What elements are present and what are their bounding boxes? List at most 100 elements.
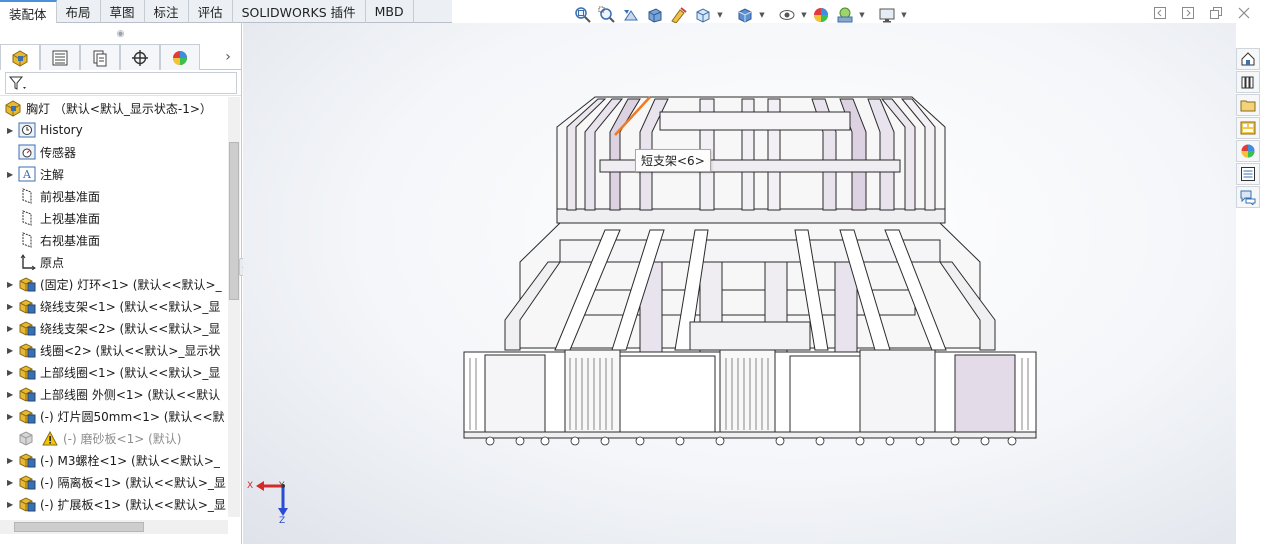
command-tab[interactable]: 装配体 — [0, 0, 57, 24]
tree-item[interactable]: 传感器 — [0, 141, 228, 163]
tree-item-label: (-) 隔离板<1> (默认<<默认>_显 — [40, 475, 226, 490]
featuremanager-tab[interactable] — [0, 44, 40, 70]
expand-arrow-icon[interactable]: ▶ — [7, 280, 17, 289]
propertymanager-tab[interactable] — [40, 44, 80, 70]
property-list-icon — [52, 50, 68, 65]
manager-pane: ◉ › 胸灯 （默认<默认_显示状态-1>） ▶ History 传感器 ▶ A… — [0, 23, 242, 544]
design-library-icon[interactable] — [1236, 71, 1260, 93]
assembly-model[interactable] — [243, 23, 1236, 544]
tree-item[interactable]: ▶ (-) 隔离板<1> (默认<<默认>_显 — [0, 471, 228, 493]
tree-item[interactable]: ▶ A 注解 — [0, 163, 228, 185]
command-tab[interactable]: MBD — [366, 0, 414, 23]
tree-item-label: 上部线圈 外侧<1> (默认<<默认 — [40, 387, 221, 402]
command-tab[interactable]: SOLIDWORKS 插件 — [233, 0, 366, 23]
tile-right-icon[interactable] — [1181, 6, 1195, 20]
part-icon — [17, 451, 37, 469]
appearance-ball-icon — [173, 50, 187, 65]
file-explorer-icon[interactable] — [1236, 94, 1260, 116]
tree-item-label: (-) 灯片圆50mm<1> (默认<<默 — [40, 409, 225, 424]
assembly-icon — [12, 49, 28, 67]
expand-arrow-icon[interactable]: ▶ — [7, 170, 17, 179]
tree-item-label: (固定) 灯环<1> (默认<<默认>_ — [40, 277, 222, 292]
filter-icon — [8, 76, 26, 90]
part-icon — [17, 495, 37, 513]
tree-item[interactable]: ▶ 上部线圈<1> (默认<<默认>_显 — [0, 361, 228, 383]
tree-item[interactable]: 原点 — [0, 251, 228, 273]
tree-item[interactable]: 前视基准面 — [0, 185, 228, 207]
plane-icon — [17, 187, 37, 205]
tree-item-label: (-) M3螺栓<1> (默认<<默认>_ — [40, 453, 220, 468]
expand-arrow-icon[interactable]: ▶ — [7, 346, 17, 355]
part-icon — [17, 407, 37, 425]
graphics-area[interactable]: X Y Z — [243, 23, 1236, 544]
configurationmanager-tab[interactable] — [80, 44, 120, 70]
tree-item-label: (-) 磨砂板<1> (默认) — [63, 431, 182, 446]
command-tab[interactable]: 标注 — [145, 0, 189, 23]
tree-item[interactable]: ▶ History — [0, 119, 228, 141]
restore-window-icon[interactable] — [1209, 6, 1223, 20]
tree-item[interactable]: ▶ (-) 灯片圆50mm<1> (默认<<默 — [0, 405, 228, 427]
appearances-icon[interactable] — [1236, 140, 1260, 162]
tree-item[interactable]: (-) 磨砂板<1> (默认) — [0, 427, 228, 449]
expand-arrow-icon[interactable]: ▶ — [7, 478, 17, 487]
tree-item-label: 右视基准面 — [40, 233, 101, 248]
tree-item-label: (-) 扩展板<1> (默认<<默认>_显 — [40, 497, 226, 512]
tree-item[interactable]: ▶ (-) M3螺栓<1> (默认<<默认>_ — [0, 449, 228, 471]
vertical-scroll-thumb[interactable] — [229, 142, 239, 300]
tree-item-label: History — [40, 123, 83, 137]
expand-arrow-icon[interactable]: ▶ — [7, 368, 17, 377]
part-icon — [17, 319, 37, 337]
part-icon — [17, 341, 37, 359]
component-tooltip: 短支架<6> — [635, 149, 711, 172]
solidworks-resources-icon[interactable] — [1236, 48, 1260, 70]
tree-item-label: 原点 — [40, 255, 65, 270]
tree-item-label: 线圈<2> (默认<<默认>_显示状 — [40, 343, 221, 358]
triad-z-label: Z — [279, 516, 286, 526]
tree-item[interactable]: 右视基准面 — [0, 229, 228, 251]
tree-vertical-scrollbar[interactable] — [228, 97, 240, 517]
plane-icon — [17, 209, 37, 227]
view-palette-icon[interactable] — [1236, 117, 1260, 139]
tree-item[interactable]: ▶ 线圈<2> (默认<<默认>_显示状 — [0, 339, 228, 361]
tree-filter-input[interactable] — [5, 71, 237, 94]
command-manager-tabs: 装配体 布局 草图 标注 评估 SOLIDWORKS 插件 MBD — [0, 0, 452, 24]
chevron-right-icon[interactable]: › — [215, 44, 241, 69]
pane-grip-handle[interactable]: ◉ — [0, 23, 241, 44]
close-window-icon[interactable] — [1237, 6, 1251, 20]
displaymanager-tab[interactable] — [160, 44, 200, 70]
configuration-icon — [93, 50, 107, 66]
triad-x-label: X — [247, 481, 254, 491]
expand-arrow-icon[interactable]: ▶ — [7, 456, 17, 465]
tree-item[interactable]: ▶ 上部线圈 外侧<1> (默认<<默认 — [0, 383, 228, 405]
expand-arrow-icon[interactable]: ▶ — [7, 412, 17, 421]
tree-root[interactable]: 胸灯 （默认<默认_显示状态-1>） — [0, 97, 228, 119]
expand-arrow-icon[interactable]: ▶ — [7, 302, 17, 311]
part-icon — [17, 363, 37, 381]
command-tab[interactable]: 草图 — [101, 0, 145, 23]
history-icon — [17, 121, 37, 139]
tile-left-icon[interactable] — [1153, 6, 1167, 20]
horizontal-scroll-thumb[interactable] — [14, 522, 144, 532]
tree-root-label: 胸灯 （默认<默认_显示状态-1>） — [26, 101, 212, 116]
dimxpertmanager-tab[interactable] — [120, 44, 160, 70]
suppressed-part-icon — [17, 429, 37, 447]
plane-icon — [17, 231, 37, 249]
tree-item[interactable]: 上视基准面 — [0, 207, 228, 229]
tree-item[interactable]: ▶ (固定) 灯环<1> (默认<<默认>_ — [0, 273, 228, 295]
command-tab[interactable]: 评估 — [189, 0, 233, 23]
tree-horizontal-scrollbar[interactable] — [0, 520, 228, 534]
part-icon — [17, 385, 37, 403]
tree-item-label: 绕线支架<2> (默认<<默认>_显 — [40, 321, 221, 336]
expand-arrow-icon[interactable]: ▶ — [7, 390, 17, 399]
custom-properties-icon[interactable] — [1236, 163, 1260, 185]
document-window-controls — [1153, 6, 1251, 20]
command-tab[interactable]: 布局 — [57, 0, 101, 23]
expand-arrow-icon[interactable]: ▶ — [7, 126, 17, 135]
forum-icon[interactable] — [1236, 186, 1260, 208]
tree-item[interactable]: ▶ (-) 扩展板<1> (默认<<默认>_显 — [0, 493, 228, 515]
triad-y-label: Y — [279, 481, 285, 491]
tree-item[interactable]: ▶ 绕线支架<1> (默认<<默认>_显 — [0, 295, 228, 317]
tree-item[interactable]: ▶ 绕线支架<2> (默认<<默认>_显 — [0, 317, 228, 339]
expand-arrow-icon[interactable]: ▶ — [7, 500, 17, 509]
expand-arrow-icon[interactable]: ▶ — [7, 324, 17, 333]
